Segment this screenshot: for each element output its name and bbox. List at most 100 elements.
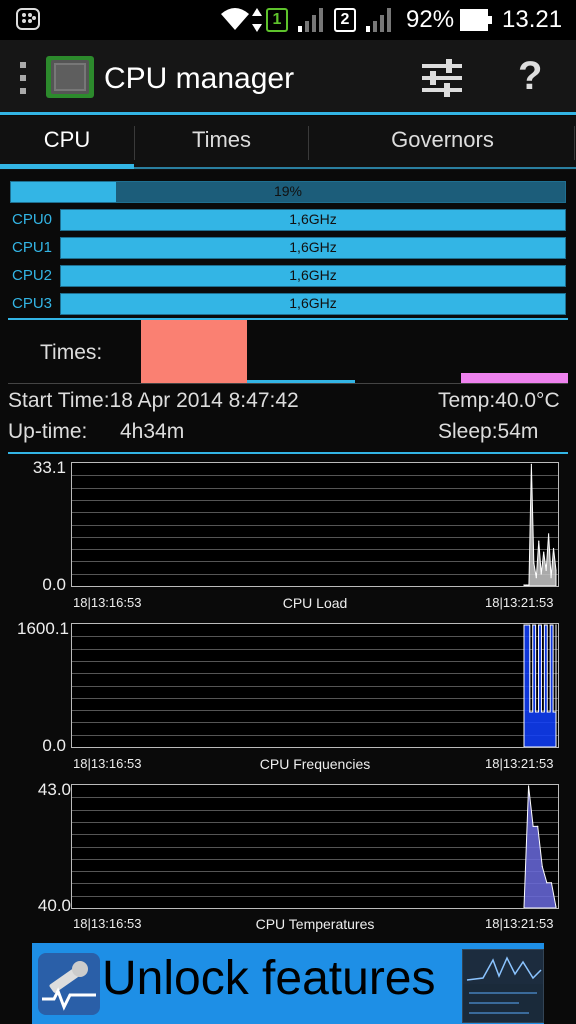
help-icon[interactable]: ?	[518, 54, 542, 99]
data-point	[532, 624, 534, 626]
uptime-value: 4h34m	[120, 420, 185, 443]
temp-ymin: 40.0	[37, 896, 71, 915]
section-divider	[8, 452, 568, 454]
overflow-dots-icon[interactable]	[20, 62, 28, 94]
data-point	[541, 866, 543, 868]
tab-governors[interactable]: Governors	[309, 116, 576, 170]
cpu0-label: CPU0	[12, 211, 53, 228]
temp-title: CPU Temperatures	[255, 916, 375, 932]
data-point	[549, 624, 551, 626]
cpu3-label: CPU3	[12, 295, 53, 312]
data-point	[555, 569, 557, 571]
data-point	[555, 624, 557, 626]
total-load-label: 19%	[273, 183, 303, 199]
temp-xstart: 18|13:16:53	[73, 916, 142, 931]
cpu3-freq-bar: 1,6GHz	[60, 293, 566, 315]
freq-ymax: 1600.1	[17, 619, 69, 638]
cpu2-freq-bar: 1,6GHz	[60, 265, 566, 287]
sim1-badge: 1	[266, 8, 288, 32]
data-point	[545, 569, 547, 571]
tools-icon	[36, 951, 102, 1017]
data-point	[540, 573, 542, 575]
app-title: CPU manager	[104, 62, 295, 95]
data-point	[550, 577, 552, 579]
data-point	[533, 562, 535, 564]
tab-bar: CPU Times Governors	[0, 116, 576, 170]
load-xstart: 18|13:16:53	[73, 595, 142, 610]
sim2-badge: 2	[334, 8, 356, 32]
data-point	[543, 624, 545, 626]
cpu-freq-graph	[71, 623, 559, 748]
cpu-temp-graph	[71, 784, 559, 909]
load-ymax: 33.1	[32, 458, 66, 477]
action-bar: CPU manager ?	[0, 40, 576, 114]
data-point	[555, 906, 557, 908]
section-divider	[8, 383, 568, 384]
cpu0-freq-bar: 1,6GHz	[60, 209, 566, 231]
load-title: CPU Load	[282, 595, 348, 611]
times-label: Times:	[40, 341, 103, 364]
temp-ymax: 43.0	[37, 780, 71, 799]
freq-title: CPU Frequencies	[259, 756, 371, 772]
cpu0-freq-label: 1,6GHz	[289, 211, 337, 227]
data-point	[525, 584, 528, 586]
cpu1-label: CPU1	[12, 239, 53, 256]
cpu1-freq-bar: 1,6GHz	[60, 237, 566, 259]
battery-icon	[460, 9, 492, 31]
clock: 13.21	[502, 6, 563, 33]
data-point	[523, 624, 525, 626]
data-point	[552, 547, 555, 550]
tab-active-indicator	[0, 164, 134, 169]
actionbar-divider	[0, 112, 576, 115]
freq-xstart: 18|13:16:53	[73, 756, 142, 771]
settings-sliders-icon[interactable]	[420, 58, 464, 98]
data-point	[548, 533, 550, 535]
tab-underline	[134, 167, 576, 169]
data-point	[530, 463, 532, 465]
data-arrows-icon	[252, 8, 262, 32]
tab-divider	[574, 126, 575, 160]
wifi-icon	[218, 6, 252, 32]
data-point	[535, 711, 537, 713]
cpu2-label: CPU2	[12, 267, 53, 284]
cpu-load-graph	[71, 462, 559, 587]
app-logo-icon[interactable]	[44, 54, 96, 100]
bbm-icon	[16, 8, 40, 30]
battery-percent: 92%	[406, 6, 455, 33]
data-point	[523, 584, 525, 586]
tab-times[interactable]: Times	[135, 116, 308, 170]
data-point	[535, 577, 537, 579]
data-point	[523, 906, 525, 908]
series-area	[523, 624, 557, 747]
cpu2-freq-label: 1,6GHz	[289, 267, 337, 283]
cpu1-freq-label: 1,6GHz	[289, 239, 337, 255]
freq-ymin: 0.0	[42, 736, 66, 755]
status-bar: 1 2 92% 13.21	[0, 0, 576, 40]
sleep-time: Sleep:54m	[438, 420, 539, 443]
data-point	[526, 624, 528, 626]
total-load-bar: 19%	[10, 181, 566, 203]
unlock-features-banner[interactable]: Unlock features	[32, 943, 544, 1024]
times-segment-violet	[461, 373, 568, 383]
data-point	[527, 785, 530, 787]
data-point	[537, 624, 540, 626]
start-time: Start Time:18 Apr 2014 8:47:42	[8, 389, 299, 412]
data-point	[529, 711, 531, 713]
uptime-label: Up-time:	[8, 420, 88, 443]
data-point	[546, 882, 548, 884]
banner-text: Unlock features	[102, 952, 436, 1005]
signal1-icon	[298, 8, 326, 32]
data-point	[538, 540, 540, 542]
banner-preview-image	[462, 949, 544, 1023]
data-point	[550, 882, 553, 884]
load-ymin: 0.0	[42, 575, 66, 594]
data-point	[546, 711, 548, 713]
data-point	[528, 584, 530, 586]
times-segment-salmon	[141, 320, 247, 383]
data-point	[552, 711, 554, 713]
tab-cpu[interactable]: CPU	[0, 116, 134, 170]
signal2-icon	[366, 8, 394, 32]
data-point	[540, 711, 543, 713]
load-xend: 18|13:21:53	[485, 595, 554, 610]
temp-xend: 18|13:21:53	[485, 916, 554, 931]
